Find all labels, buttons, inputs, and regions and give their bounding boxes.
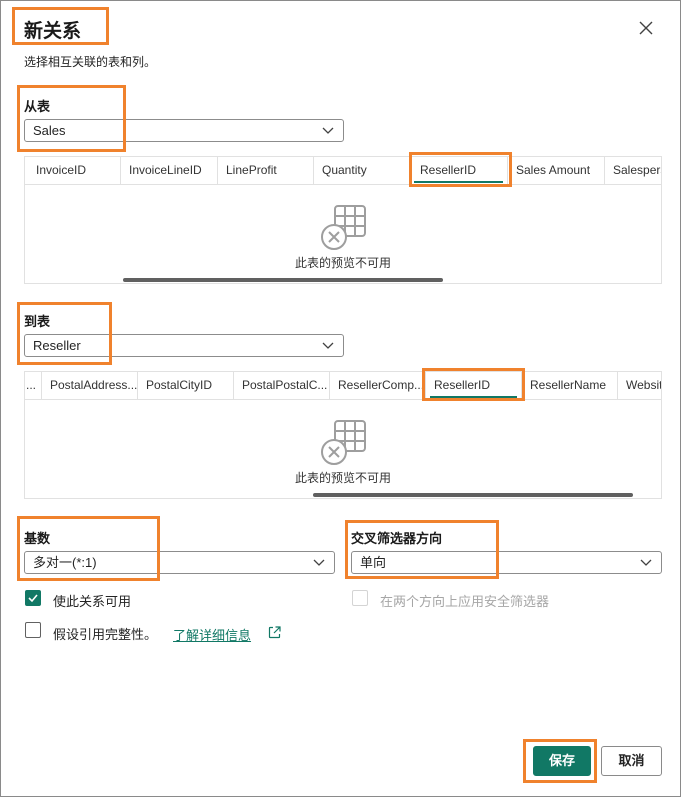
preview-unavailable-text: 此表的预览不可用 [294, 256, 391, 270]
chevron-down-icon [313, 559, 325, 566]
preview-unavailable-text: 此表的预览不可用 [294, 471, 391, 485]
new-relationship-dialog: 新关系 选择相互关联的表和列。 从表 Sales InvoiceID Invoi… [0, 0, 681, 797]
from-table-value: Sales [33, 123, 66, 138]
column-header[interactable]: Sales Amount [508, 157, 605, 185]
to-table-label: 到表 [24, 314, 51, 329]
to-table-select[interactable]: Reseller [24, 334, 344, 357]
chevron-down-icon [322, 127, 334, 134]
horizontal-scrollbar[interactable] [313, 493, 633, 497]
close-icon[interactable] [637, 19, 655, 37]
column-header[interactable]: InvoiceID [25, 157, 121, 185]
to-table-column-header: ... PostalAddress... PostalCityID Postal… [25, 372, 661, 400]
column-header-selected[interactable]: ResellerID [410, 157, 508, 185]
column-header[interactable]: Salespers [605, 157, 661, 185]
cancel-button[interactable]: 取消 [601, 746, 662, 776]
make-active-label: 使此关系可用 [53, 594, 132, 609]
save-button[interactable]: 保存 [533, 746, 591, 776]
cardinality-value: 多对一(*:1) [33, 555, 97, 570]
cross-filter-select[interactable]: 单向 [351, 551, 662, 574]
column-header[interactable]: LineProfit [218, 157, 314, 185]
make-active-checkbox[interactable] [25, 590, 41, 606]
chevron-down-icon [640, 559, 652, 566]
column-header-selected[interactable]: ResellerID [426, 372, 522, 400]
referential-integrity-checkbox[interactable] [25, 622, 41, 638]
dialog-subtitle: 选择相互关联的表和列。 [24, 55, 157, 69]
to-table-value: Reseller [33, 338, 81, 353]
security-filter-checkbox [352, 590, 368, 606]
column-header[interactable]: Quantity [314, 157, 410, 185]
from-table-column-header: InvoiceID InvoiceLineID LineProfit Quant… [25, 157, 661, 185]
dialog-title: 新关系 [24, 21, 82, 42]
column-header[interactable]: PostalCityID [138, 372, 234, 400]
column-header[interactable]: ResellerName [522, 372, 618, 400]
cross-filter-value: 单向 [360, 555, 387, 570]
column-header[interactable]: Websit [618, 372, 661, 400]
chevron-down-icon [322, 342, 334, 349]
from-table-label: 从表 [24, 99, 51, 114]
cross-filter-label: 交叉筛选器方向 [351, 531, 443, 546]
column-header[interactable]: InvoiceLineID [121, 157, 218, 185]
horizontal-scrollbar[interactable] [123, 278, 443, 282]
column-header[interactable]: ResellerComp... [330, 372, 426, 400]
column-header[interactable]: ... [25, 372, 42, 400]
learn-more-link[interactable]: 了解详细信息 [173, 625, 251, 644]
cardinality-label: 基数 [24, 531, 51, 546]
security-filter-label: 在两个方向上应用安全筛选器 [380, 594, 550, 609]
column-header[interactable]: PostalAddress... [42, 372, 138, 400]
from-table-preview-grid: InvoiceID InvoiceLineID LineProfit Quant… [24, 156, 662, 284]
table-unavailable-icon [319, 204, 369, 254]
to-table-preview-grid: ... PostalAddress... PostalCityID Postal… [24, 371, 662, 499]
column-header[interactable]: PostalPostalC... [234, 372, 330, 400]
table-unavailable-icon [319, 419, 369, 469]
referential-integrity-label: 假设引用完整性。 [53, 627, 158, 642]
cardinality-select[interactable]: 多对一(*:1) [24, 551, 335, 574]
external-link-icon[interactable] [268, 626, 281, 639]
from-table-select[interactable]: Sales [24, 119, 344, 142]
